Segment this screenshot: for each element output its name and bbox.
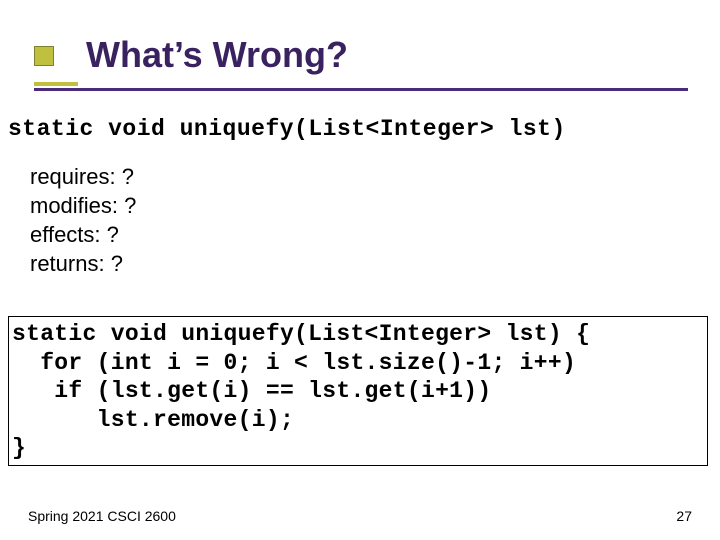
code-line-2: for (int i = 0; i < lst.size()-1; i++) (12, 350, 576, 376)
spec-effects: effects: ? (30, 220, 136, 249)
code-line-5: } (12, 435, 26, 461)
slide-title: What’s Wrong? (86, 34, 348, 76)
spec-modifies: modifies: ? (30, 191, 136, 220)
method-signature: static void uniquefy(List<Integer> lst) (8, 116, 566, 142)
footer-course: Spring 2021 CSCI 2600 (28, 508, 176, 524)
footer-page-number: 27 (676, 508, 692, 524)
title-bullet-icon (34, 46, 54, 66)
spec-block: requires: ? modifies: ? effects: ? retur… (30, 162, 136, 278)
title-underline (34, 88, 688, 91)
code-line-1: static void uniquefy(List<Integer> lst) … (12, 321, 590, 347)
code-line-3: if (lst.get(i) == lst.get(i+1)) (12, 378, 491, 404)
spec-requires: requires: ? (30, 162, 136, 191)
code-line-4: lst.remove(i); (12, 407, 294, 433)
title-underline-accent (34, 82, 78, 86)
code-block: static void uniquefy(List<Integer> lst) … (12, 320, 590, 463)
spec-returns: returns: ? (30, 249, 136, 278)
